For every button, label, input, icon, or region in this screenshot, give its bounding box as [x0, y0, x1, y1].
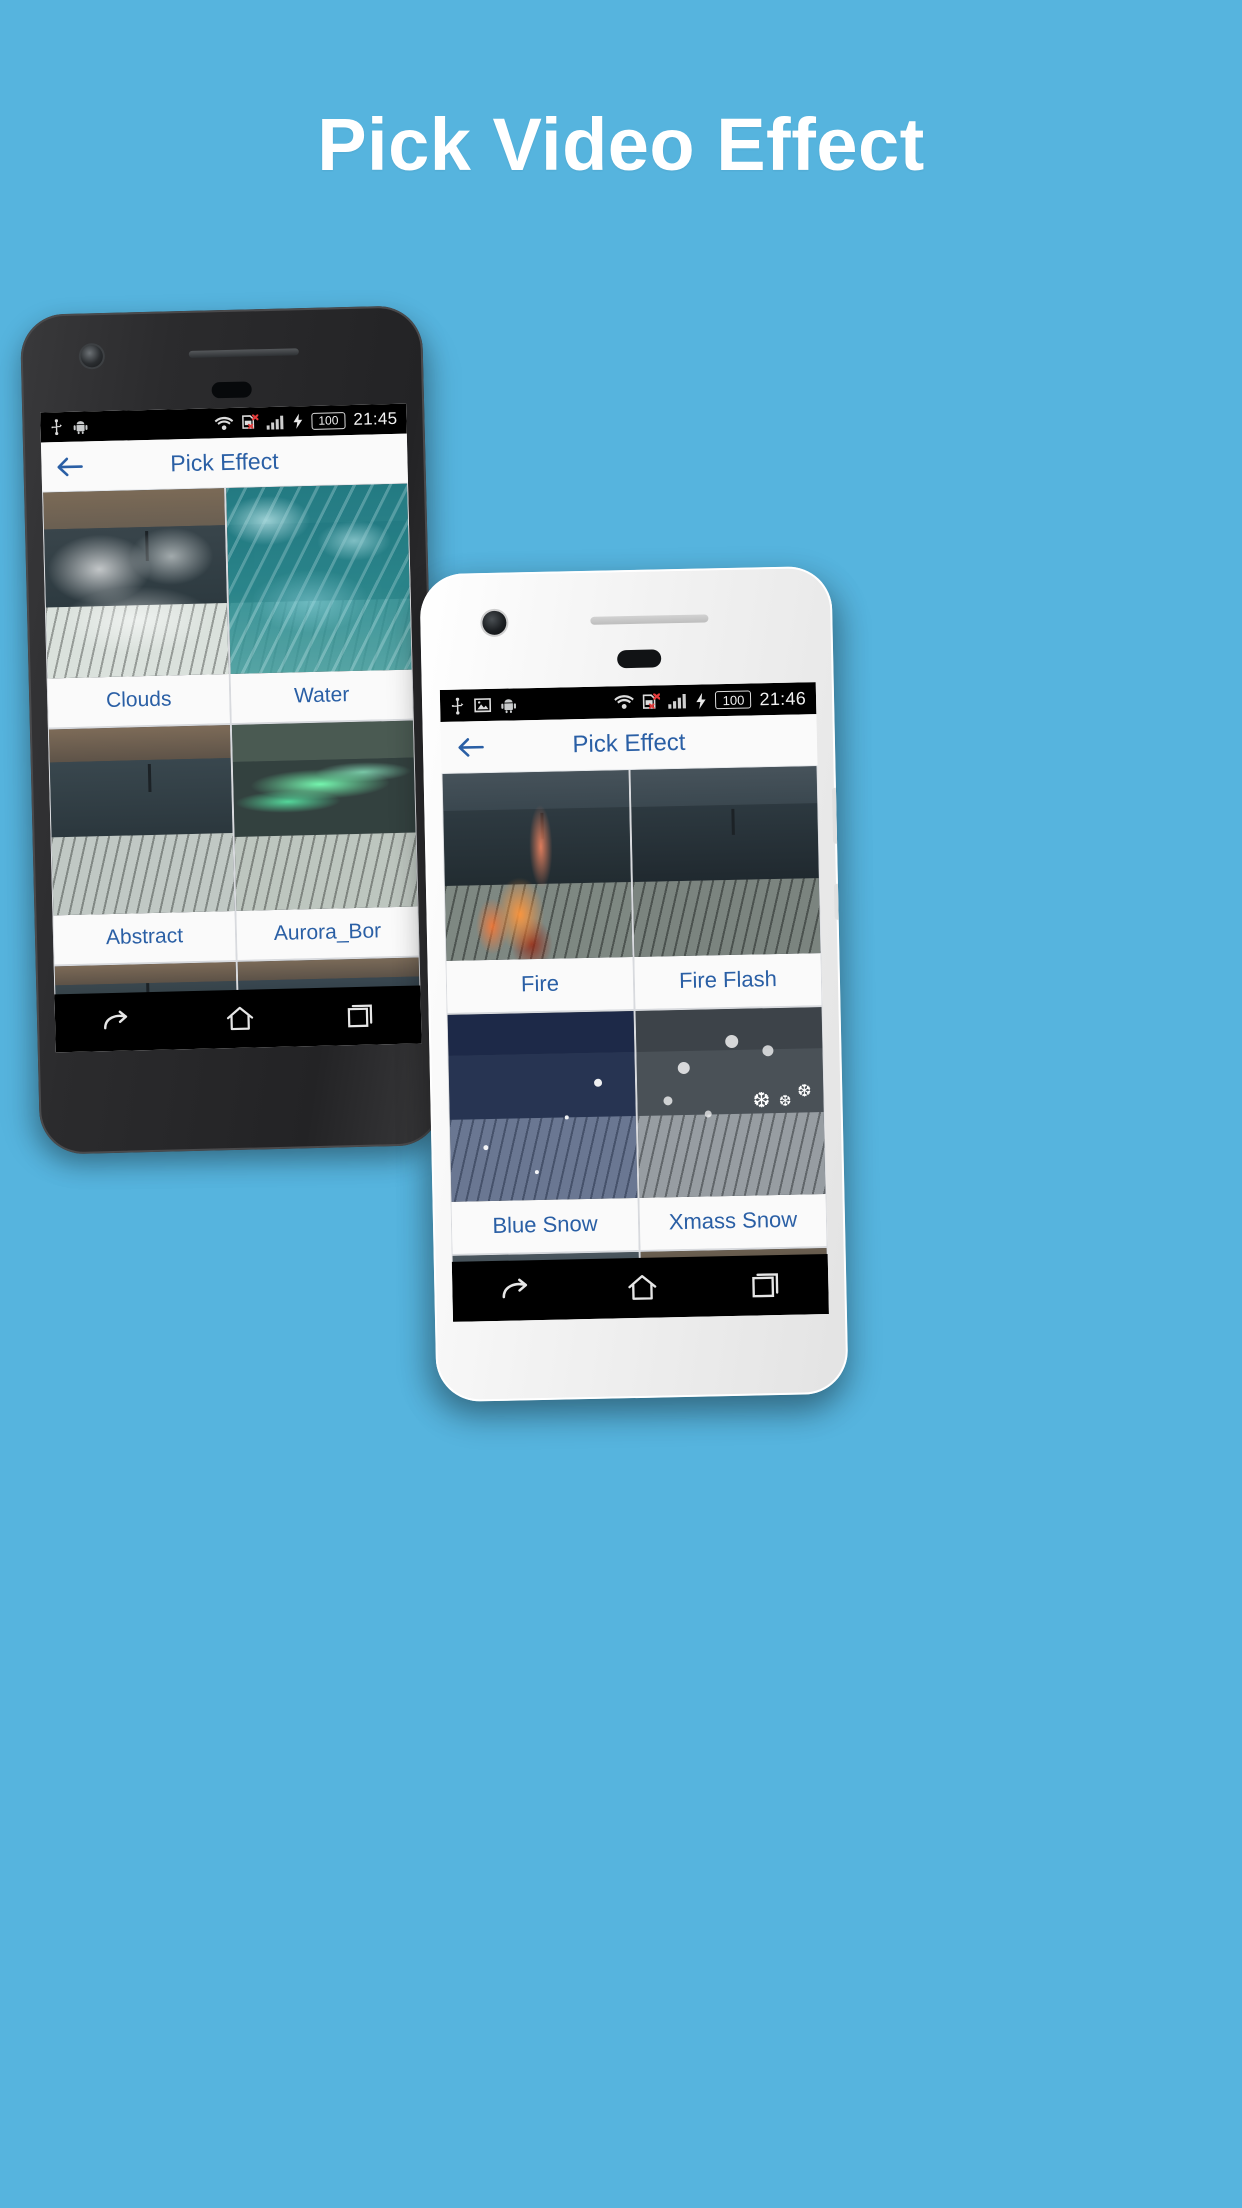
thumb-scene	[447, 1011, 638, 1202]
effect-label: Xmass Snow	[639, 1194, 827, 1250]
system-nav-bar	[451, 1254, 829, 1322]
effect-overlay	[43, 488, 229, 679]
back-button[interactable]	[456, 734, 486, 761]
effect-label: Fire	[446, 957, 634, 1013]
effect-label: Abstract	[53, 910, 236, 965]
app-toolbar: Pick Effect	[440, 714, 818, 774]
toolbar-title: Pick Effect	[170, 447, 279, 477]
home-nav-icon	[226, 1006, 254, 1031]
effect-thumbnail	[630, 766, 821, 957]
usb-icon	[451, 697, 464, 715]
effect-thumbnail	[226, 483, 412, 674]
thumb-scene	[231, 720, 418, 911]
phone-dark-device: 100 21:45 Pick Effect Clouds Water Abstr…	[19, 305, 443, 1155]
signal-bars-icon	[668, 693, 687, 709]
app-toolbar: Pick Effect	[40, 433, 409, 493]
phone-white-device: 100 21:46 Pick Effect Fire Fire Flash Bl…	[419, 565, 849, 1403]
wifi-icon	[214, 416, 234, 430]
thumb-scene	[442, 770, 633, 961]
charging-bolt-icon	[293, 413, 303, 429]
effects-grid: Fire Fire Flash Blue Snow ❆ ❆ ❆ Xmass Sn…	[441, 766, 829, 1310]
effect-cell[interactable]: Aurora_Bor	[231, 720, 419, 960]
sim-card-error-icon	[242, 414, 259, 429]
signal-bars-icon	[266, 415, 284, 430]
recents-nav-icon	[347, 1004, 372, 1028]
effect-label: Water	[230, 669, 413, 723]
thumb-scene	[630, 766, 821, 957]
earpiece-grille	[188, 348, 299, 358]
effect-cell[interactable]: Fire	[442, 770, 634, 1013]
snowflake-icon: ❆	[752, 1089, 771, 1113]
status-bar-clock: 21:45	[353, 408, 398, 429]
nav-recents-button[interactable]	[750, 1270, 783, 1301]
android-icon	[73, 421, 88, 435]
effect-label: Clouds	[47, 674, 230, 728]
effects-grid: Clouds Water Abstract Aurora_Bor	[42, 483, 421, 1019]
proximity-sensor	[211, 381, 252, 399]
effect-thumbnail: ❆ ❆ ❆	[635, 1007, 826, 1198]
effect-cell[interactable]: ❆ ❆ ❆ Xmass Snow	[635, 1007, 827, 1250]
effect-thumbnail	[48, 725, 235, 916]
effect-thumbnail	[43, 488, 229, 679]
image-icon	[474, 698, 492, 713]
effect-overlay	[231, 720, 418, 911]
nav-back-button[interactable]	[498, 1276, 535, 1305]
effect-overlay	[442, 770, 633, 961]
nav-home-button[interactable]	[626, 1273, 659, 1304]
proximity-sensor	[617, 649, 662, 669]
effect-cell[interactable]: Fire Flash	[630, 766, 822, 1009]
snowflake-icon: ❆	[778, 1092, 792, 1111]
effect-overlay	[447, 1011, 638, 1202]
nav-recents-button[interactable]	[345, 1002, 376, 1031]
battery-icon: 100	[311, 411, 346, 430]
system-nav-bar	[54, 985, 422, 1053]
nav-home-button[interactable]	[225, 1005, 256, 1034]
back-arrow-icon	[57, 457, 83, 477]
back-arrow-icon	[458, 738, 484, 757]
back-nav-icon	[104, 1010, 128, 1030]
sim-card-error-icon	[643, 692, 661, 709]
thumb-scene	[226, 483, 412, 674]
toolbar-title: Pick Effect	[572, 728, 686, 758]
back-nav-icon	[502, 1278, 528, 1299]
effect-cell[interactable]: Abstract	[48, 725, 236, 965]
effect-label: Blue Snow	[451, 1197, 639, 1254]
android-icon	[501, 698, 517, 713]
effect-thumbnail	[442, 770, 633, 961]
effect-overlay	[226, 483, 412, 674]
recents-nav-icon	[752, 1273, 779, 1298]
status-bar-clock: 21:46	[759, 687, 807, 709]
home-nav-icon	[628, 1274, 657, 1300]
front-camera-icon	[80, 345, 104, 368]
usb-icon	[51, 419, 62, 436]
effect-thumbnail	[447, 1011, 638, 1202]
battery-icon: 100	[715, 690, 752, 710]
snowflake-icon: ❆	[797, 1081, 812, 1101]
charging-bolt-icon	[696, 692, 707, 709]
effect-cell[interactable]: Blue Snow	[447, 1011, 639, 1254]
phone-dark-screen: 100 21:45 Pick Effect Clouds Water Abstr…	[40, 403, 422, 1053]
effect-thumbnail	[231, 720, 418, 911]
effect-cell[interactable]: Water	[226, 483, 413, 723]
effect-label: Aurora_Bor	[236, 906, 419, 960]
page-title: Pick Video Effect	[317, 103, 925, 186]
nav-back-button[interactable]	[100, 1008, 135, 1035]
earpiece-grille	[590, 614, 709, 625]
wifi-icon	[614, 695, 635, 709]
thumb-scene: ❆ ❆ ❆	[635, 1007, 826, 1198]
phone-white-screen: 100 21:46 Pick Effect Fire Fire Flash Bl…	[439, 682, 829, 1322]
front-camera-icon	[482, 610, 507, 636]
thumb-scene	[43, 488, 229, 679]
effect-cell[interactable]: Clouds	[43, 488, 230, 728]
effect-label: Fire Flash	[634, 953, 822, 1009]
thumb-scene	[48, 725, 235, 916]
screenshot-root: Pick Video Effect 100 21:45 Pick Effect …	[0, 0, 1242, 2208]
back-button[interactable]	[55, 454, 84, 481]
